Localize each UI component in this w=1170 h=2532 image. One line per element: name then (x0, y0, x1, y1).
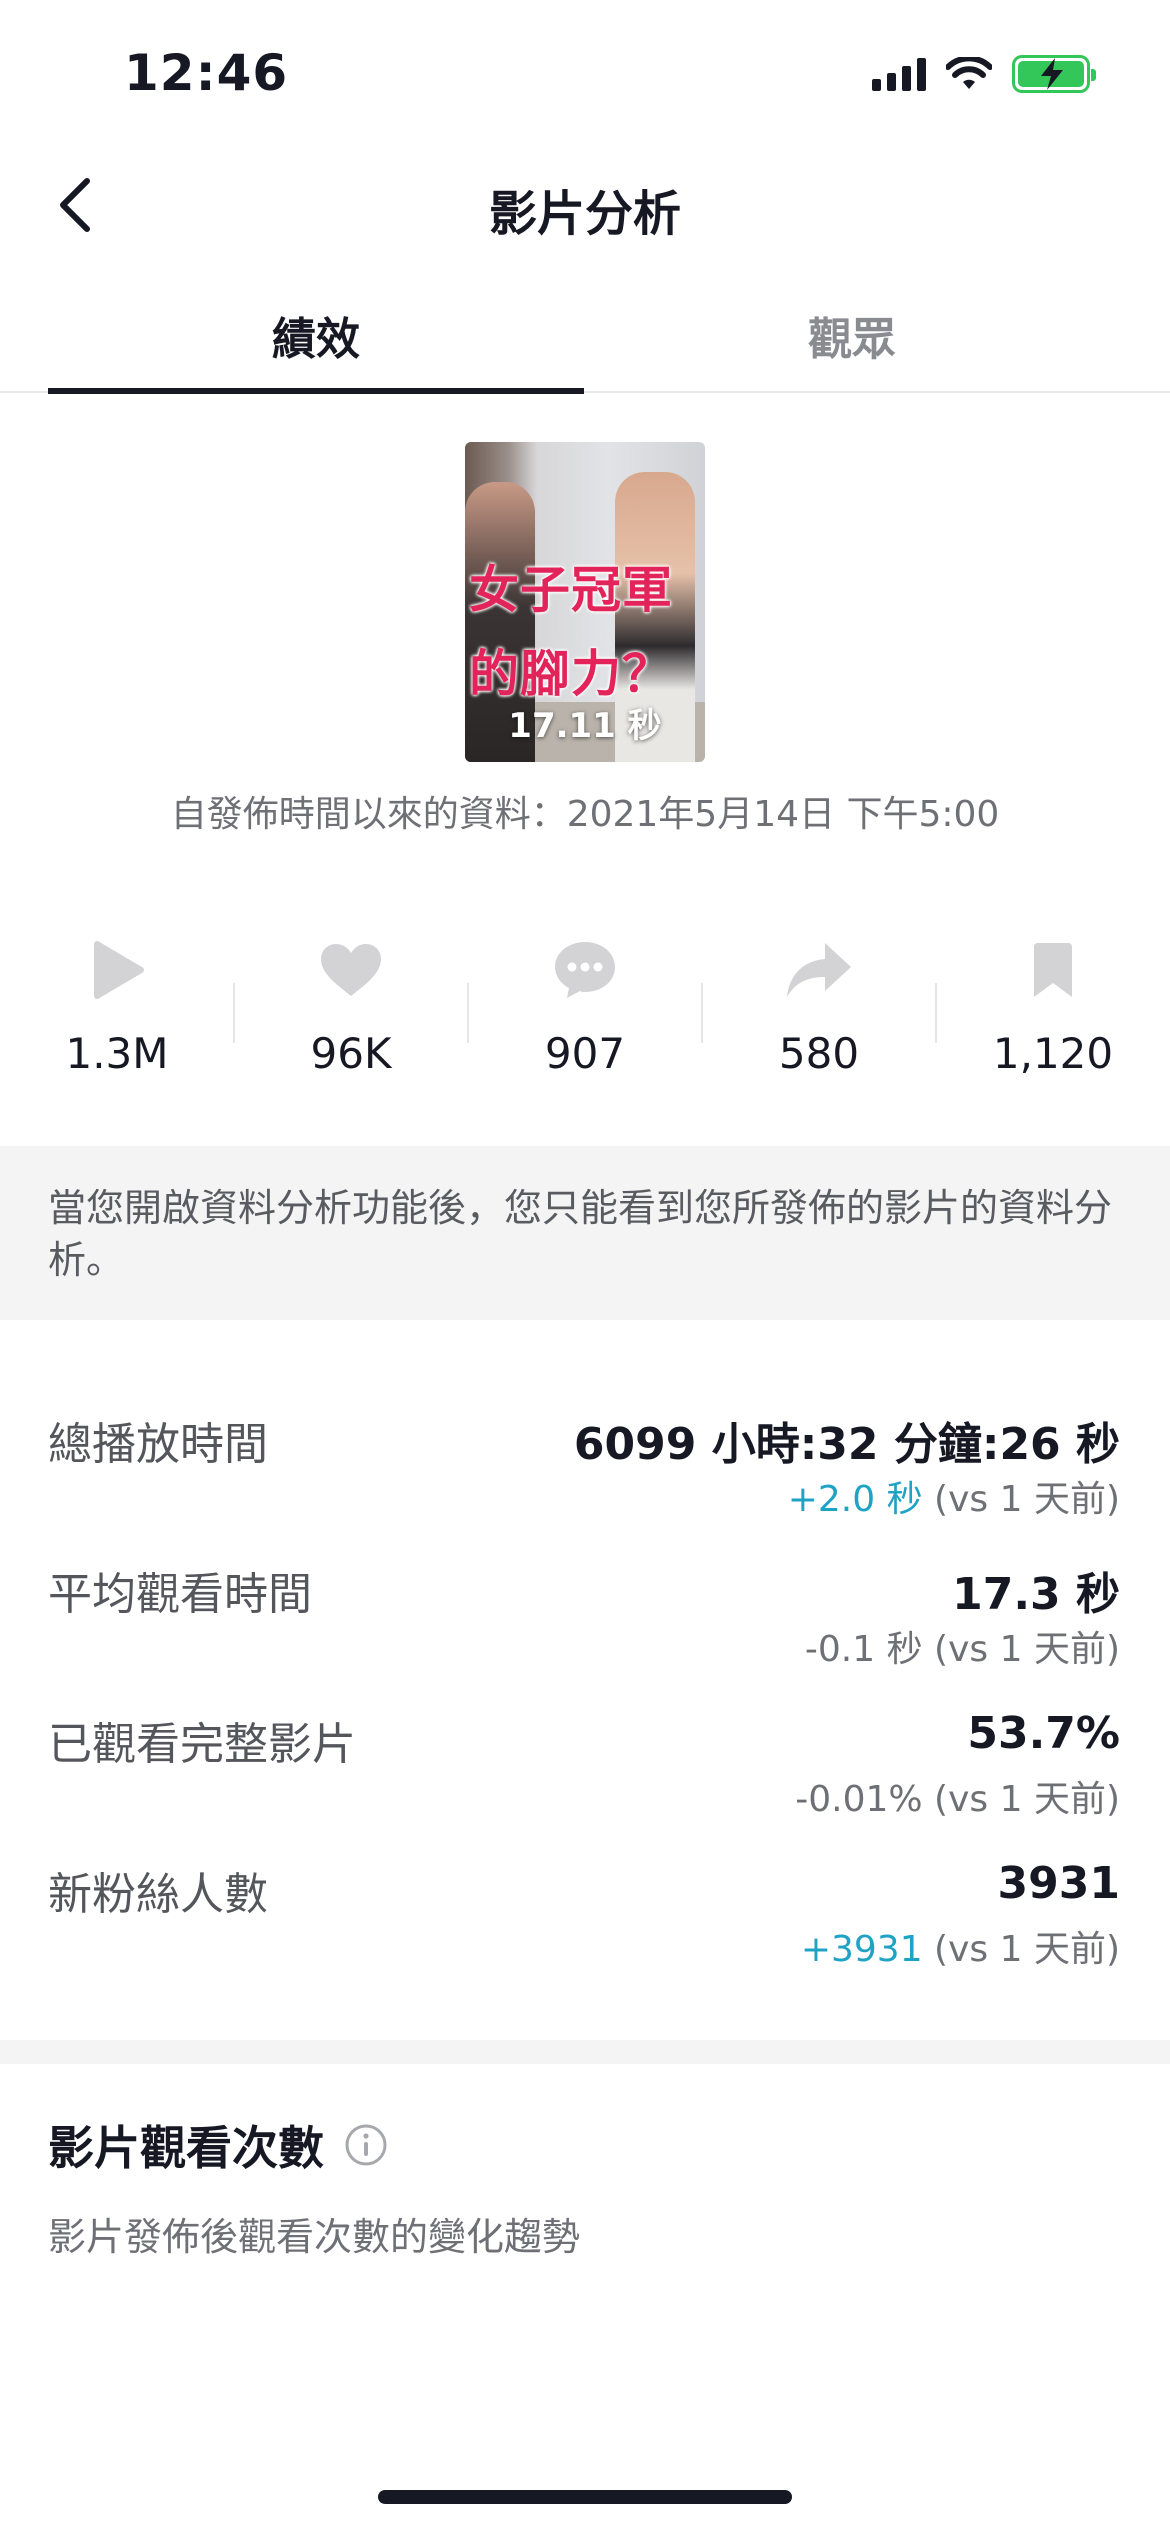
page-title: 影片分析 (488, 186, 681, 242)
bookmark-icon (1034, 943, 1072, 997)
data-since-text: 自發佈時間以來的資料：2021年5月14日 下午5:00 (170, 794, 1000, 835)
stat-value: 1,120 (992, 1029, 1114, 1078)
share-icon (787, 943, 851, 997)
section-subtitle: 影片發佈後觀看次數的變化趨勢 (48, 2215, 581, 2259)
metric-change-amount: +2.0 秒 (787, 1479, 923, 1520)
metric-value: 3931 (997, 1858, 1120, 1909)
metric-compare: (vs 1 天前) (934, 1929, 1120, 1970)
metric-value: 17.3 秒 (952, 1569, 1120, 1620)
metric-label: 平均觀看時間 (48, 1569, 312, 1620)
metric-total-play-time: 總播放時間 6099 小時:32 分鐘:26 秒 +2.0 秒 (vs 1 天前… (48, 1408, 1120, 1528)
metric-watched-full-video: 已觀看完整影片 53.7% -0.01% (vs 1 天前) (48, 1708, 1120, 1828)
stat-comments: 907 (468, 935, 702, 1078)
cellular-signal-icon (872, 57, 926, 91)
video-thumbnail[interactable]: 女子冠軍 的腳力？ 17.11 秒 (465, 442, 705, 762)
metric-compare: (vs 1 天前) (934, 1479, 1120, 1520)
status-bar: 12:46 (0, 0, 1170, 150)
metric-change: +3931 (vs 1 天前) (801, 1920, 1120, 1972)
stat-plays: 1.3M (0, 935, 234, 1078)
tab-audience[interactable]: 觀眾 (584, 303, 1120, 367)
metric-new-followers: 新粉絲人數 3931 +3931 (vs 1 天前) (48, 1858, 1120, 1978)
section-divider (0, 2040, 1170, 2064)
stat-shares: 580 (702, 935, 936, 1078)
stat-value: 580 (778, 1029, 860, 1078)
video-views-header: 影片觀看次數 (48, 2112, 388, 2178)
analytics-notice: 當您開啟資料分析功能後，您只能看到您所發佈的影片的資料分析。 (0, 1146, 1170, 1320)
heart-icon (321, 944, 381, 996)
metric-change-amount: -0.1 秒 (804, 1629, 923, 1670)
stat-value: 1.3M (65, 1029, 169, 1078)
thumbnail-caption-line1: 女子冠軍 (469, 561, 673, 619)
battery-icon (1012, 55, 1096, 93)
engagement-stats: 1.3M 96K 907 580 1,120 (0, 935, 1170, 1105)
metric-label: 已觀看完整影片 (48, 1719, 356, 1770)
stat-likes: 96K (234, 935, 468, 1078)
play-icon (94, 941, 144, 999)
charging-bolt-icon (1041, 58, 1063, 90)
section-title: 影片觀看次數 (48, 2121, 324, 2175)
active-tab-indicator (48, 388, 584, 394)
metric-compare: (vs 1 天前) (934, 1629, 1120, 1670)
metric-change-amount: +3931 (800, 1929, 923, 1970)
wifi-icon (946, 57, 992, 89)
metric-label: 新粉絲人數 (48, 1869, 268, 1920)
metric-change: +2.0 秒 (vs 1 天前) (788, 1470, 1120, 1522)
metric-label: 總播放時間 (48, 1419, 268, 1470)
status-icons (872, 55, 1096, 93)
stat-value: 96K (310, 1029, 392, 1078)
metric-change: -0.1 秒 (vs 1 天前) (805, 1620, 1120, 1672)
metric-change-amount: -0.01% (795, 1779, 923, 1820)
tab-performance[interactable]: 績效 (48, 303, 584, 367)
comment-icon (555, 942, 615, 998)
metric-value: 6099 小時:32 分鐘:26 秒 (573, 1419, 1120, 1470)
video-duration: 17.11 秒 (508, 706, 662, 746)
stat-value: 907 (544, 1029, 626, 1078)
metric-compare: (vs 1 天前) (934, 1779, 1120, 1820)
stat-saves: 1,120 (936, 935, 1170, 1078)
thumbnail-caption-line2: 的腳力？ (469, 645, 673, 703)
metric-average-watch-time: 平均觀看時間 17.3 秒 -0.1 秒 (vs 1 天前) (48, 1558, 1120, 1678)
nav-bar: 影片分析 (0, 150, 1170, 270)
info-icon[interactable] (344, 2123, 388, 2167)
status-time: 12:46 (124, 44, 289, 102)
home-indicator[interactable] (378, 2490, 792, 2504)
metric-change: -0.01% (vs 1 天前) (795, 1770, 1120, 1822)
metric-value: 53.7% (967, 1708, 1120, 1759)
tab-bar: 績效 觀眾 (0, 285, 1170, 394)
